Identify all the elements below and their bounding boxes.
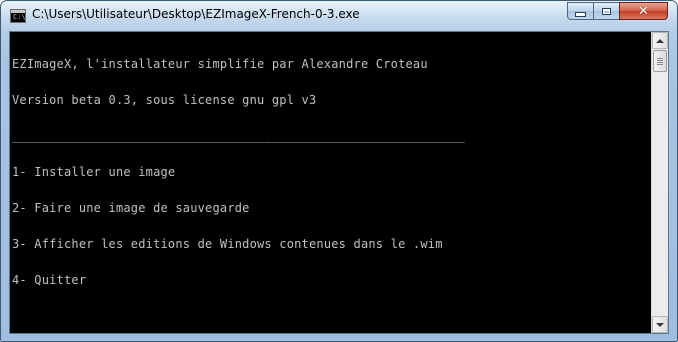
close-icon: ✕ [638, 3, 649, 19]
console-app-icon[interactable]: C:\ [10, 9, 26, 23]
console-line-separator: ________________________________________… [12, 129, 465, 143]
menu-option-show-editions: 3- Afficher les editions de Windows cont… [12, 237, 443, 251]
scroll-up-button[interactable] [652, 32, 668, 49]
vertical-scrollbar[interactable] [651, 32, 668, 333]
maximize-button[interactable] [593, 2, 620, 20]
close-button[interactable]: ✕ [619, 2, 668, 20]
window-title: C:\Users\Utilisateur\Desktop\EZImageX-Fr… [32, 7, 360, 21]
scroll-thumb[interactable] [653, 50, 667, 72]
scroll-up-arrow-icon [656, 38, 664, 43]
console-output[interactable]: EZImageX, l'installateur simplifie par A… [10, 32, 652, 333]
menu-option-backup: 2- Faire une image de sauvegarde [12, 201, 250, 215]
scroll-down-arrow-icon [656, 322, 664, 327]
console-client-area[interactable]: EZImageX, l'installateur simplifie par A… [9, 31, 669, 334]
scroll-down-button[interactable] [652, 316, 668, 333]
minimize-icon [575, 11, 586, 17]
menu-option-install: 1- Installer une image [12, 165, 176, 179]
console-window: C:\ C:\Users\Utilisateur\Desktop\EZImage… [0, 0, 678, 342]
console-line-version: Version beta 0.3, sous license gnu gpl v… [12, 93, 317, 107]
menu-option-quit: 4- Quitter [12, 273, 87, 287]
console-line-app-title: EZImageX, l'installateur simplifie par A… [12, 57, 428, 71]
maximize-icon [602, 7, 611, 15]
minimize-button[interactable] [567, 2, 594, 20]
